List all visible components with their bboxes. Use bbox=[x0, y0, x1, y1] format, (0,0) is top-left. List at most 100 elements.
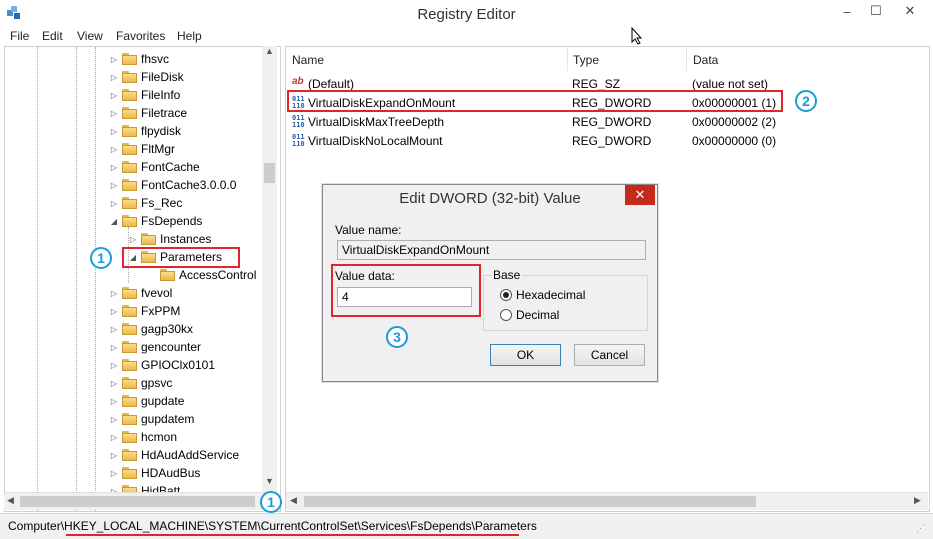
tree-item-fontcache3[interactable]: ▷ FontCache3.0.0.0 bbox=[109, 176, 236, 194]
tree-item-hdaudaddservice[interactable]: ▷ HdAudAddService bbox=[109, 446, 239, 464]
folder-icon bbox=[122, 467, 137, 479]
scroll-up-icon[interactable]: ▲ bbox=[262, 46, 277, 60]
tree-item-fvevol[interactable]: ▷ fvevol bbox=[109, 284, 172, 302]
close-button[interactable]: ✕ bbox=[893, 0, 927, 22]
folder-icon bbox=[122, 323, 137, 335]
tree-item-gencounter[interactable]: ▷ gencounter bbox=[109, 338, 201, 356]
hexadecimal-radio[interactable] bbox=[500, 289, 512, 301]
decimal-label[interactable]: Decimal bbox=[516, 308, 559, 322]
tree-item-filetrace[interactable]: ▷ Filetrace bbox=[109, 104, 187, 122]
menu-favorites[interactable]: Favorites bbox=[116, 29, 165, 43]
tree-item-label: FontCache bbox=[141, 160, 200, 174]
expand-arrow-icon[interactable]: ▷ bbox=[109, 307, 119, 316]
expand-arrow-icon[interactable]: ▷ bbox=[109, 433, 119, 442]
folder-icon bbox=[122, 377, 137, 389]
tree-item-gpsvc[interactable]: ▷ gpsvc bbox=[109, 374, 172, 392]
expand-arrow-icon[interactable]: ▷ bbox=[109, 55, 119, 64]
minimize-button[interactable]: – bbox=[833, 0, 861, 22]
value-name: (Default) bbox=[308, 77, 355, 91]
tree-item-fhsvc[interactable]: ▷ fhsvc bbox=[109, 50, 169, 68]
registry-tree[interactable]: ▷ fhsvc ▷ FileDisk ▷ FileInfo ▷ Filetrace ▷ f… bbox=[4, 46, 281, 512]
list-horizontal-scrollbar[interactable]: ◀ ▶ bbox=[286, 492, 928, 510]
value-type: REG_DWORD bbox=[572, 115, 652, 129]
expand-arrow-icon[interactable]: ▷ bbox=[109, 397, 119, 406]
expand-arrow-icon[interactable]: ▷ bbox=[109, 451, 119, 460]
dialog-close-button[interactable]: ✕ bbox=[625, 185, 655, 205]
value-data: (value not set) bbox=[692, 77, 769, 91]
expand-arrow-icon[interactable]: ▷ bbox=[109, 91, 119, 100]
dialog-title: Edit DWORD (32-bit) Value bbox=[399, 190, 581, 207]
expand-arrow-icon[interactable]: ▷ bbox=[109, 127, 119, 136]
tree-item-fsdepends[interactable]: ◢ FsDepends bbox=[109, 212, 202, 230]
expand-arrow-icon[interactable]: ▷ bbox=[109, 415, 119, 424]
value-row-nolocalmount[interactable]: 011 110 VirtualDiskNoLocalMount REG_DWORD… bbox=[288, 131, 918, 150]
menu-view[interactable]: View bbox=[77, 29, 103, 43]
expand-arrow-icon[interactable]: ▷ bbox=[128, 235, 138, 244]
tree-vertical-scrollbar[interactable]: ▲ ▼ bbox=[262, 46, 277, 492]
scroll-down-icon[interactable]: ▼ bbox=[262, 476, 277, 490]
expand-arrow-icon[interactable]: ▷ bbox=[109, 181, 119, 190]
hexadecimal-label[interactable]: Hexadecimal bbox=[516, 288, 585, 302]
folder-icon bbox=[122, 359, 137, 371]
scroll-left-icon[interactable]: ◀ bbox=[290, 495, 297, 506]
tree-item-hdaudbus[interactable]: ▷ HDAudBus bbox=[109, 464, 200, 482]
expand-arrow-icon[interactable]: ▷ bbox=[109, 199, 119, 208]
mouse-cursor-icon bbox=[631, 27, 643, 45]
tree-item-filedisk[interactable]: ▷ FileDisk bbox=[109, 68, 184, 86]
window-title: Registry Editor bbox=[417, 6, 516, 23]
value-type: REG_SZ bbox=[572, 77, 621, 91]
expand-arrow-icon[interactable]: ▷ bbox=[109, 379, 119, 388]
menu-file[interactable]: File bbox=[10, 29, 29, 43]
expand-arrow-icon[interactable]: ▷ bbox=[109, 73, 119, 82]
scroll-thumb[interactable] bbox=[264, 163, 275, 183]
tree-horizontal-scrollbar[interactable]: ◀ ▶ bbox=[4, 492, 275, 510]
folder-icon bbox=[122, 125, 137, 137]
expand-arrow-icon[interactable]: ▷ bbox=[109, 325, 119, 334]
tree-item-label: flpydisk bbox=[141, 124, 182, 138]
tree-item-fs-rec[interactable]: ▷ Fs_Rec bbox=[109, 194, 182, 212]
resize-grip-icon[interactable]: ⋰ bbox=[916, 523, 925, 534]
expand-arrow-icon[interactable]: ▷ bbox=[109, 109, 119, 118]
tree-item-fileinfo[interactable]: ▷ FileInfo bbox=[109, 86, 180, 104]
decimal-radio[interactable] bbox=[500, 309, 512, 321]
scroll-right-icon[interactable]: ▶ bbox=[914, 495, 921, 506]
expand-arrow-icon[interactable]: ▷ bbox=[109, 343, 119, 352]
expand-arrow-icon[interactable]: ▷ bbox=[109, 145, 119, 154]
tree-item-fxppm[interactable]: ▷ FxPPM bbox=[109, 302, 180, 320]
tree-item-gupdatem[interactable]: ▷ gupdatem bbox=[109, 410, 194, 428]
collapse-arrow-icon[interactable]: ◢ bbox=[109, 217, 119, 226]
expand-arrow-icon[interactable]: ▷ bbox=[109, 163, 119, 172]
menu-edit[interactable]: Edit bbox=[42, 29, 63, 43]
tree-item-flpydisk[interactable]: ▷ flpydisk bbox=[109, 122, 181, 140]
scroll-left-icon[interactable]: ◀ bbox=[7, 495, 14, 506]
column-header-name[interactable]: Name bbox=[292, 53, 324, 67]
folder-icon bbox=[122, 413, 137, 425]
column-header-type[interactable]: Type bbox=[573, 53, 599, 67]
tree-item-label: GPIOClx0101 bbox=[141, 358, 216, 372]
folder-icon bbox=[141, 233, 156, 245]
tree-item-instances[interactable]: ▷ Instances bbox=[128, 230, 211, 248]
value-row-maxtreedepth[interactable]: 011 110 VirtualDiskMaxTreeDepth REG_DWORD… bbox=[288, 112, 918, 131]
expand-arrow-icon[interactable]: ▷ bbox=[109, 361, 119, 370]
callout-3: 3 bbox=[386, 326, 408, 348]
tree-item-fltmgr[interactable]: ▷ FltMgr bbox=[109, 140, 175, 158]
cancel-button[interactable]: Cancel bbox=[574, 344, 645, 366]
folder-icon bbox=[122, 143, 137, 155]
column-header-data[interactable]: Data bbox=[693, 53, 718, 67]
tree-item-accesscontrol[interactable]: AccessControl bbox=[160, 266, 256, 284]
tree-item-gupdate[interactable]: ▷ gupdate bbox=[109, 392, 184, 410]
scroll-thumb[interactable] bbox=[20, 496, 255, 507]
value-data: 0x00000000 (0) bbox=[692, 134, 777, 148]
tree-item-gpioclx0101[interactable]: ▷ GPIOClx0101 bbox=[109, 356, 215, 374]
value-type: REG_DWORD bbox=[572, 134, 652, 148]
expand-arrow-icon[interactable]: ▷ bbox=[109, 289, 119, 298]
scroll-thumb[interactable] bbox=[304, 496, 756, 507]
tree-item-fontcache[interactable]: ▷ FontCache bbox=[109, 158, 200, 176]
maximize-button[interactable]: ☐ bbox=[862, 0, 890, 22]
ok-button[interactable]: OK bbox=[490, 344, 561, 366]
expand-arrow-icon[interactable]: ▷ bbox=[109, 469, 119, 478]
menu-help[interactable]: Help bbox=[177, 29, 202, 43]
tree-item-hcmon[interactable]: ▷ hcmon bbox=[109, 428, 177, 446]
tree-item-gagp30kx[interactable]: ▷ gagp30kx bbox=[109, 320, 193, 338]
folder-open-icon bbox=[122, 215, 137, 227]
